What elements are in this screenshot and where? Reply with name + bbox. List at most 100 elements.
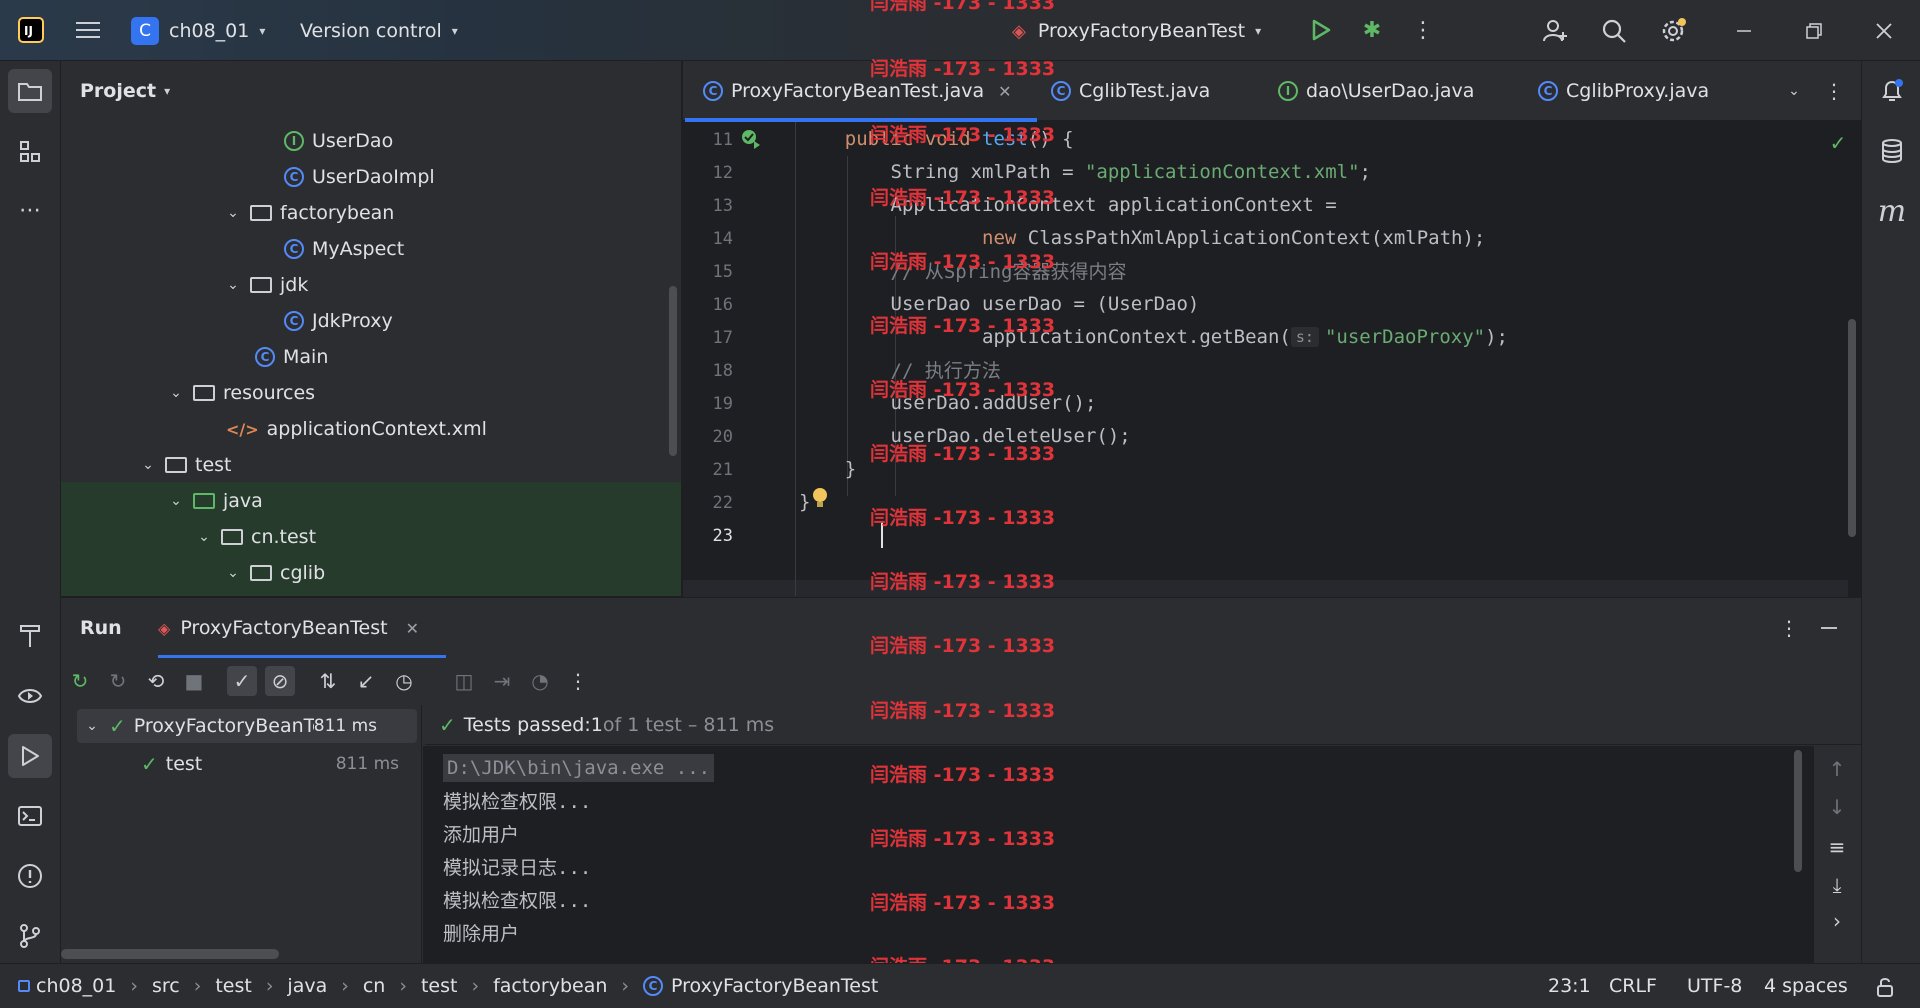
inspection-ok-check-icon[interactable]: ✓	[1826, 131, 1850, 155]
problems-icon[interactable]	[8, 854, 52, 898]
chevron-down-icon[interactable]: ⌄	[224, 277, 242, 293]
export-icon[interactable]: ⇥	[487, 666, 517, 696]
close-tab-icon[interactable]: ✕	[406, 619, 419, 638]
tree-item-test[interactable]: ⌄ test	[139, 447, 231, 483]
notifications-bell-icon[interactable]	[1870, 69, 1914, 113]
tree-item-cn-test[interactable]: ⌄ cn.test	[195, 519, 316, 555]
scroll-up-arrow-icon[interactable]: ↑	[1822, 754, 1852, 784]
main-menu-icon[interactable]	[73, 15, 103, 45]
code-line-17: applicationContext.getBean(s: "userDaoPro…	[799, 325, 1508, 348]
chevron-down-icon[interactable]: ⌄	[167, 385, 185, 401]
chevron-down-icon[interactable]: ⌄	[139, 457, 157, 473]
chevron-down-icon[interactable]: ⌄	[224, 565, 242, 581]
line-separator[interactable]: CRLF	[1609, 964, 1657, 1008]
build-hammer-icon[interactable]	[8, 614, 52, 658]
run-configuration-selector[interactable]: ◈ ProxyFactoryBeanTest ▾	[1012, 15, 1261, 47]
run-panel-options-icon[interactable]: ⋮	[1774, 613, 1804, 643]
console-output[interactable]: D:\JDK\bin\java.exe ... 模拟检查权限... 添加用户 模…	[423, 746, 1814, 964]
test-tree-item[interactable]: ✓ test 811 ms	[141, 747, 411, 781]
show-passed-check-icon[interactable]: ✓	[227, 666, 257, 696]
test-tree-root[interactable]: ⌄ ✓ ProxyFactoryBeanTe: 811 ms	[77, 709, 417, 743]
chevron-down-icon[interactable]: ⌄	[167, 493, 185, 509]
add-user-icon[interactable]	[1539, 15, 1571, 47]
breadcrumb-item[interactable]: cn	[363, 975, 386, 997]
structure-icon[interactable]	[8, 130, 52, 174]
breadcrumb-item[interactable]: test	[421, 975, 458, 997]
chevron-down-icon[interactable]: ⌄	[224, 205, 242, 221]
tree-item-resources[interactable]: ⌄ resources	[167, 375, 315, 411]
chevron-right-icon[interactable]: ›	[1822, 906, 1852, 936]
caret-position[interactable]: 23:1	[1548, 964, 1591, 1008]
read-only-lock-icon[interactable]	[1870, 972, 1900, 1002]
version-control-menu[interactable]: Version control ▾	[300, 15, 458, 47]
tree-item-factorybean[interactable]: ⌄ factorybean	[224, 195, 394, 231]
tree-item-myaspect[interactable]: C MyAspect	[284, 231, 404, 267]
resources-folder-icon	[193, 385, 215, 401]
project-panel-header[interactable]: Project ▾	[80, 61, 170, 121]
breadcrumb-item[interactable]: test	[215, 975, 252, 997]
editor-scrollbar[interactable]	[1848, 319, 1856, 537]
minimize-icon[interactable]	[1728, 15, 1760, 47]
project-folder-icon[interactable]	[8, 69, 52, 113]
show-ignored-icon[interactable]: ⊘	[265, 666, 295, 696]
test-history-icon[interactable]: ◷	[389, 666, 419, 696]
screenshot-camera-icon[interactable]: ◫	[449, 666, 479, 696]
chevron-down-icon[interactable]: ⌄	[195, 529, 213, 545]
test-tree-scrollbar[interactable]	[61, 949, 279, 959]
soft-wrap-icon[interactable]: ≡	[1822, 832, 1852, 862]
tree-item-jdkproxy[interactable]: C JdkProxy	[284, 303, 393, 339]
file-encoding[interactable]: UTF-8	[1687, 964, 1742, 1008]
import-tests-icon[interactable]: ↙	[351, 666, 381, 696]
services-icon[interactable]	[8, 674, 52, 718]
maven-icon[interactable]: m	[1870, 189, 1914, 233]
console-scrollbar[interactable]	[1794, 750, 1802, 872]
breadcrumb-item[interactable]: ProxyFactoryBeanTest	[671, 975, 878, 997]
breadcrumb-item[interactable]: factorybean	[493, 975, 607, 997]
breadcrumb-item[interactable]: ch08_01	[36, 975, 116, 997]
tab-run[interactable]: Run	[80, 598, 122, 658]
tree-item-applicationcontext[interactable]: </> applicationContext.xml	[226, 411, 487, 447]
tree-item-userdaoimpl[interactable]: C UserDaoImpl	[284, 159, 435, 195]
hide-panel-icon[interactable]	[1814, 613, 1844, 643]
tree-item-java[interactable]: ⌄ java	[167, 483, 263, 519]
debug-icon[interactable]: ✱	[1357, 15, 1387, 45]
code-area[interactable]: public void test() { String xmlPath = "a…	[799, 61, 1839, 596]
code-line-21: }	[799, 457, 857, 480]
run-icon[interactable]	[1306, 15, 1336, 45]
chevron-down-icon[interactable]: ⌄	[83, 718, 101, 734]
intellij-logo-icon[interactable]: IJ	[16, 15, 46, 45]
project-tree-scrollbar[interactable]	[669, 286, 677, 456]
restore-icon[interactable]	[1798, 15, 1830, 47]
terminal-icon[interactable]	[8, 794, 52, 838]
git-branch-icon[interactable]	[8, 914, 52, 958]
run-tool-icon[interactable]	[8, 734, 52, 778]
toggle-auto-test-icon[interactable]: ⟲	[141, 666, 171, 696]
tree-item-jdk[interactable]: ⌄ jdk	[224, 267, 308, 303]
toolbar-more-icon[interactable]: ⋮	[563, 666, 593, 696]
line-number: 14	[712, 229, 733, 249]
settings-gear-icon[interactable]	[1657, 15, 1689, 47]
indent-setting[interactable]: 4 spaces	[1764, 964, 1848, 1008]
rerun-failed-icon[interactable]: ↻	[103, 666, 133, 696]
line-number: 19	[712, 394, 733, 414]
coverage-gauge-icon[interactable]: ◔	[525, 666, 555, 696]
more-tools-icon[interactable]: ⋯	[8, 188, 52, 232]
tree-item-cglib[interactable]: ⌄ cglib	[224, 555, 325, 591]
search-icon[interactable]	[1598, 15, 1630, 47]
tab-run-config[interactable]: ◈ ProxyFactoryBeanTest ✕	[158, 598, 419, 658]
project-selector[interactable]: C ch08_01 ▾	[131, 15, 265, 47]
scroll-down-arrow-icon[interactable]: ↓	[1822, 792, 1852, 822]
breadcrumb-item[interactable]: src	[152, 975, 180, 997]
database-icon[interactable]	[1870, 129, 1914, 173]
tree-item-main[interactable]: C Main	[255, 339, 328, 375]
close-window-icon[interactable]	[1868, 15, 1900, 47]
tree-item-userdao[interactable]: I UserDao	[284, 123, 393, 159]
rerun-icon[interactable]: ↻	[65, 666, 95, 696]
more-actions-icon[interactable]: ⋮	[1408, 15, 1438, 45]
code-editor: C ProxyFactoryBeanTest.java ✕ C CglibTes…	[683, 61, 1861, 613]
run-gutter-icon[interactable]	[739, 127, 763, 151]
sort-icon[interactable]: ⇅	[313, 666, 343, 696]
scroll-to-end-icon[interactable]: ⤓	[1822, 870, 1852, 900]
stop-icon[interactable]: ■	[179, 666, 209, 696]
breadcrumb-item[interactable]: java	[287, 975, 327, 997]
